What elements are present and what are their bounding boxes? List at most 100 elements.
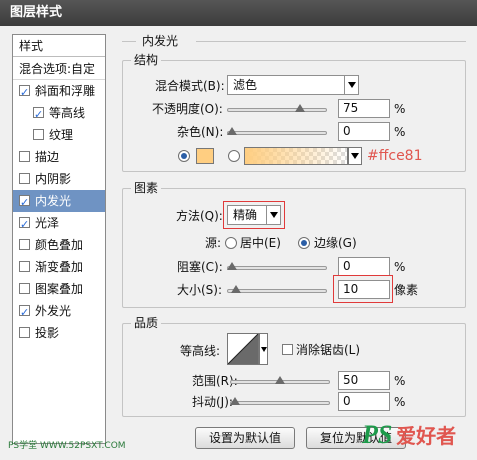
jitter-unit: %: [394, 395, 406, 409]
size-slider[interactable]: [227, 285, 327, 293]
choke-input[interactable]: 0: [338, 257, 390, 276]
gradient-radio[interactable]: [228, 150, 240, 162]
style-item-label: 内阴影: [35, 172, 72, 186]
range-slider-thumb[interactable]: [275, 376, 285, 384]
style-item-label: 光泽: [35, 216, 60, 230]
elements-title: 图素: [131, 181, 162, 195]
choke-unit: %: [394, 260, 406, 274]
style-item[interactable]: 投影: [13, 322, 105, 344]
source-edge-label[interactable]: 边缘(G): [314, 235, 357, 251]
source-label: 源:: [205, 236, 222, 250]
noise-input[interactable]: 0: [338, 122, 390, 141]
style-item-checkbox[interactable]: [19, 239, 30, 250]
title-rule-right: [196, 41, 466, 42]
style-item-checkbox[interactable]: [19, 327, 30, 338]
logo-ps: PS: [362, 420, 393, 449]
size-unit: 像素: [394, 283, 419, 297]
gradient-picker-button[interactable]: [348, 147, 362, 165]
choke-slider[interactable]: [227, 262, 327, 270]
contour-preview[interactable]: [227, 333, 259, 365]
noise-slider-thumb[interactable]: [227, 127, 237, 135]
opacity-label: 不透明度(O):: [152, 102, 223, 116]
color-hex-annotation: #ffce81: [367, 148, 423, 164]
style-item-label: 投影: [35, 326, 60, 340]
style-item[interactable]: 混合选项:自定: [13, 58, 105, 80]
style-item-label: 纹理: [49, 128, 74, 142]
opacity-slider-thumb[interactable]: [294, 104, 305, 112]
logo-text: 爱好者: [396, 424, 457, 448]
style-item[interactable]: 纹理: [13, 124, 105, 146]
solid-color-radio[interactable]: [178, 150, 190, 162]
chevron-down-icon: [351, 153, 359, 159]
style-item-checkbox[interactable]: [19, 214, 30, 236]
method-label: 方法(Q):: [176, 209, 223, 223]
style-item[interactable]: 颜色叠加: [13, 234, 105, 256]
style-item-label: 渐变叠加: [35, 260, 84, 274]
jitter-slider-thumb[interactable]: [230, 397, 240, 405]
style-item[interactable]: 图案叠加: [13, 278, 105, 300]
style-item-checkbox[interactable]: [19, 283, 30, 294]
antialias-checkbox[interactable]: [282, 344, 293, 355]
blend-mode-value: 滤色: [233, 78, 258, 92]
style-item-label: 图案叠加: [35, 282, 84, 296]
style-item-checkbox[interactable]: [19, 302, 30, 324]
noise-label: 杂色(N):: [177, 125, 224, 139]
method-value: 精确: [233, 208, 258, 222]
gradient-preview[interactable]: [244, 147, 348, 165]
contour-label: 等高线:: [180, 344, 221, 358]
size-input[interactable]: 10: [338, 280, 390, 299]
choke-label: 阻塞(C):: [177, 260, 223, 274]
set-default-button[interactable]: 设置为默认值: [195, 427, 295, 449]
source-center-label[interactable]: 居中(E): [240, 235, 281, 251]
contour-dropdown[interactable]: [259, 333, 268, 365]
quality-title: 品质: [131, 316, 162, 330]
noise-unit: %: [394, 125, 406, 139]
jitter-input[interactable]: 0: [338, 392, 390, 411]
jitter-label: 抖动(J):: [192, 395, 233, 409]
size-label: 大小(S):: [177, 283, 223, 297]
opacity-unit: %: [394, 102, 406, 116]
style-item-checkbox[interactable]: [19, 151, 30, 162]
noise-slider[interactable]: [227, 127, 327, 135]
style-item-label: 内发光: [35, 194, 72, 208]
glow-color-swatch[interactable]: [196, 148, 214, 164]
style-item[interactable]: 内阴影: [13, 168, 105, 190]
style-item-label: 外发光: [35, 304, 72, 318]
size-slider-thumb[interactable]: [230, 285, 241, 293]
style-item-checkbox[interactable]: [33, 104, 44, 126]
method-select[interactable]: 精确: [227, 205, 281, 225]
style-item-label: 混合选项:自定: [19, 62, 96, 76]
style-item-label: 等高线: [49, 106, 86, 120]
style-item-checkbox[interactable]: [19, 261, 30, 272]
chevron-down-icon: [261, 347, 267, 352]
style-item-checkbox[interactable]: [19, 82, 30, 104]
opacity-input[interactable]: 75: [338, 99, 390, 118]
source-center-radio[interactable]: [225, 237, 237, 249]
chevron-down-icon: [266, 206, 280, 224]
style-item-label: 描边: [35, 150, 60, 164]
title-rule-left: [122, 41, 136, 42]
style-item-checkbox[interactable]: [19, 173, 30, 184]
style-item[interactable]: 光泽: [13, 212, 105, 236]
range-input[interactable]: 50: [338, 371, 390, 390]
style-item[interactable]: 描边: [13, 146, 105, 168]
style-item[interactable]: 斜面和浮雕: [13, 80, 105, 104]
style-item[interactable]: 外发光: [13, 300, 105, 324]
choke-slider-thumb[interactable]: [227, 262, 237, 270]
style-item-checkbox[interactable]: [33, 129, 44, 140]
style-item-label: 颜色叠加: [35, 238, 84, 252]
opacity-slider[interactable]: [227, 104, 327, 112]
range-slider[interactable]: [230, 376, 330, 384]
antialias-label[interactable]: 消除锯齿(L): [296, 342, 360, 358]
range-unit: %: [394, 374, 406, 388]
style-item[interactable]: 渐变叠加: [13, 256, 105, 278]
styles-header[interactable]: 样式: [13, 35, 105, 57]
style-item[interactable]: 等高线: [13, 102, 105, 126]
source-edge-radio[interactable]: [298, 237, 310, 249]
dialog-title: 图层样式: [0, 0, 477, 26]
jitter-slider[interactable]: [230, 397, 330, 405]
style-item-checkbox[interactable]: [19, 192, 30, 214]
blend-mode-label: 混合模式(B):: [155, 79, 225, 93]
style-item[interactable]: 内发光: [13, 190, 105, 214]
blend-mode-select[interactable]: 滤色: [227, 75, 359, 95]
